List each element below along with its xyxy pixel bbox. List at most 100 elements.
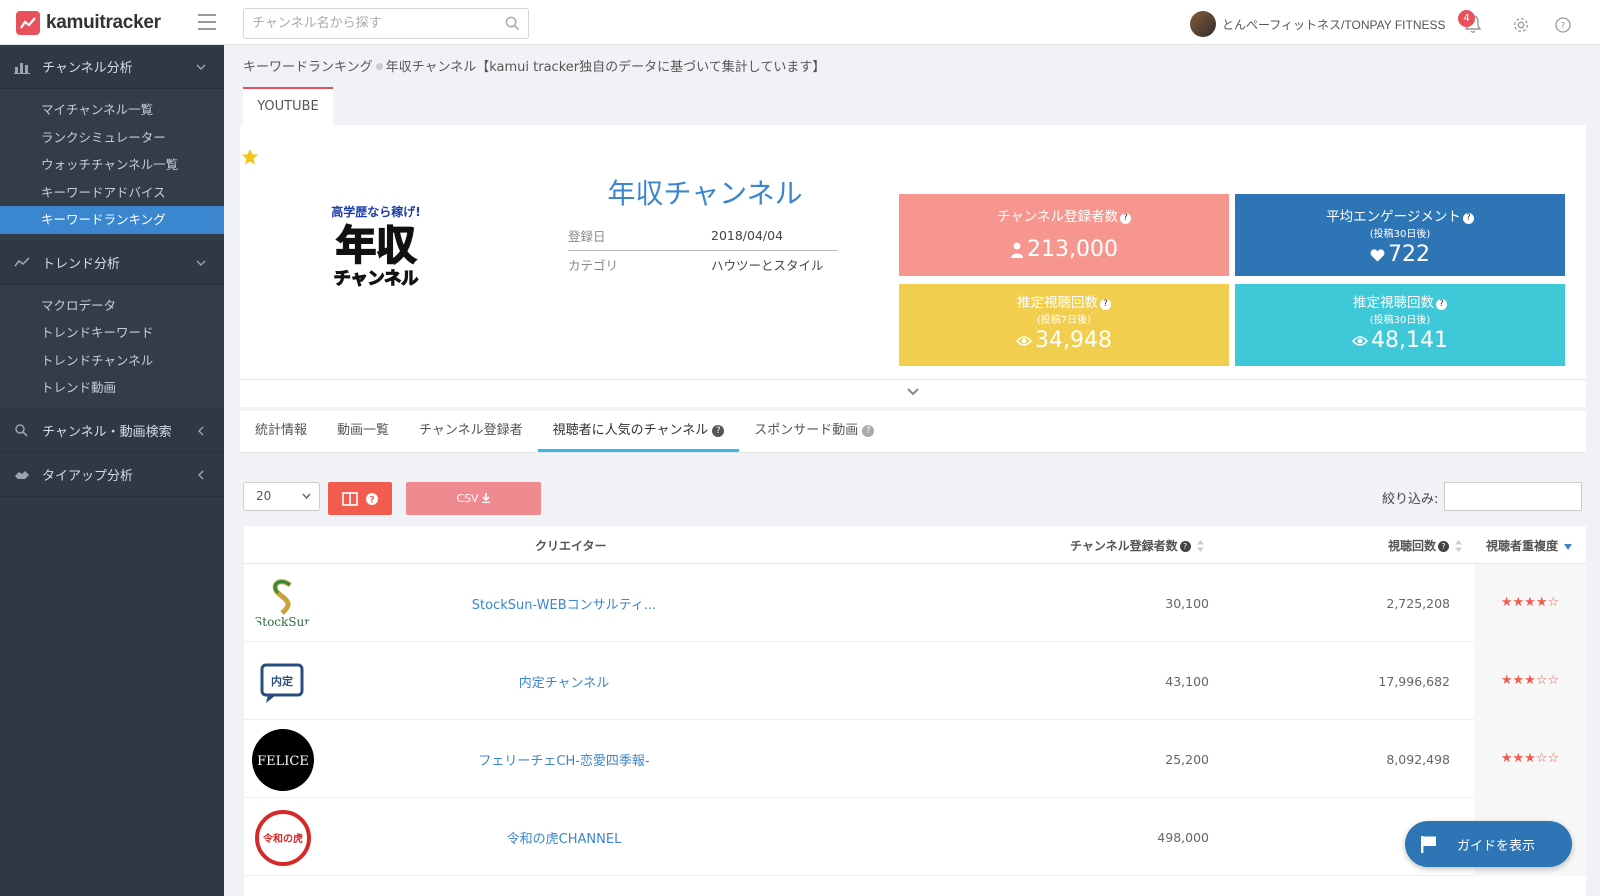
channel-thumbnail[interactable]: StockSun [252, 573, 314, 635]
filter-label: 絞り込み: [1382, 492, 1439, 507]
tab-youtube[interactable]: YOUTUBE [243, 87, 333, 125]
stat-sub: (投稿7日後) [1036, 315, 1092, 326]
channel-info-table: 登録日 2018/04/04 カテゴリ ハウツーとスタイル [568, 222, 838, 278]
channel-name-link[interactable]: フェリーチェCH-恋愛四季報- [424, 750, 704, 769]
stat-label: チャンネル登録者数 [996, 209, 1119, 225]
page-size-select[interactable]: 20 [243, 482, 320, 511]
svg-text:?: ? [1561, 22, 1566, 32]
table-controls: 20 ? CSV 絞り込み: [240, 478, 1586, 518]
logo-mark-icon [16, 10, 40, 35]
sidebar-item-macro-data[interactable]: マクロデータ [0, 292, 224, 320]
handshake-icon [15, 471, 29, 479]
column-header-views[interactable]: 視聴回数? [1388, 537, 1463, 554]
sidebar-item-trend-videos[interactable]: トレンド動画 [0, 374, 224, 402]
sidebar-item-rank-simulator[interactable]: ランクシミュレーター [0, 124, 224, 152]
breadcrumb-current: 年収チャンネル【kamui tracker独自のデータに基づいて集計しています】 [385, 60, 826, 75]
user-name: とんぺーフィットネス/TONPAY FITNESS [1222, 17, 1446, 32]
channel-thumbnail[interactable]: 令和の虎 [252, 807, 314, 869]
sidebar-group-search[interactable]: チャンネル・動画検索 [0, 409, 224, 453]
sidebar-item-trend-keywords[interactable]: トレンドキーワード [0, 319, 224, 347]
channel-name-link[interactable]: 令和の虎CHANNEL [424, 828, 704, 847]
search-icon[interactable] [505, 16, 520, 31]
help-icon[interactable]: ? [1555, 17, 1571, 33]
show-guide-button[interactable]: ガイドを表示 [1405, 821, 1572, 867]
help-icon[interactable]: ? [1462, 213, 1474, 224]
gear-icon[interactable] [1512, 16, 1530, 34]
csv-download-button[interactable]: CSV [406, 482, 541, 515]
avatar [1190, 11, 1216, 37]
overlap-rating: ★★★☆☆ [1474, 720, 1586, 798]
sidebar-group-channel-analysis[interactable]: チャンネル分析 [0, 45, 224, 89]
filter-input[interactable] [1444, 482, 1582, 511]
breadcrumb-separator-icon [375, 63, 383, 70]
breadcrumb-root[interactable]: キーワードランキング [243, 60, 373, 75]
eye-icon [1352, 335, 1368, 346]
tab-videos[interactable]: 動画一覧 [322, 411, 404, 452]
channel-name-link[interactable]: 内定チャンネル [424, 672, 704, 691]
channel-logo-bottom: チャンネル [334, 269, 419, 289]
info-value: ハウツーとスタイル [711, 257, 824, 273]
help-icon[interactable]: ? [1120, 213, 1132, 224]
help-icon[interactable]: ? [1100, 299, 1111, 310]
tab-sponsored-videos[interactable]: スポンサード動画? [739, 411, 889, 452]
stat-label: 推定視聴回数 [1353, 295, 1434, 311]
view-count: 8,092,498 [1386, 752, 1450, 767]
sidebar-item-my-channels[interactable]: マイチャンネル一覧 [0, 96, 224, 124]
thumb-text: 令和の虎 [262, 832, 303, 845]
page-size-value: 20 [256, 489, 272, 503]
tab-statistics[interactable]: 統計情報 [240, 411, 322, 452]
sidebar-group-tieup[interactable]: タイアップ分析 [0, 453, 224, 497]
channel-logo: 高学歴なら稼げ! 年収 チャンネル [330, 202, 422, 292]
channel-name-link[interactable]: StockSun-WEBコンサルティ... [424, 594, 704, 613]
column-header-overlap[interactable]: 視聴者重複度 [1486, 537, 1573, 554]
tab-label: 動画一覧 [337, 423, 390, 438]
person-icon [1011, 242, 1023, 258]
view-count: 17,996,682 [1378, 674, 1450, 689]
sidebar-group-label: トレンド分析 [42, 256, 121, 272]
top-bar: kamuitracker とんぺーフィットネス/TONPAY FITNESS 4… [0, 0, 1600, 45]
sidebar: チャンネル分析 マイチャンネル一覧 ランクシミュレーター ウォッチチャンネル一覧… [0, 45, 224, 896]
help-icon[interactable]: ? [1438, 541, 1450, 552]
table-row: FELICE フェリーチェCH-恋愛四季報- 25,200 8,092,498 … [244, 720, 1586, 798]
table-row: StockSun StockSun-WEBコンサルティ... 30,100 2,… [244, 564, 1586, 642]
chevron-left-icon [198, 426, 204, 435]
column-header-subscribers[interactable]: チャンネル登録者数? [1070, 537, 1204, 554]
tab-popular-channels[interactable]: 視聴者に人気のチャンネル? [537, 411, 740, 452]
user-menu[interactable]: とんぺーフィットネス/TONPAY FITNESS [1190, 11, 1446, 37]
app-logo[interactable]: kamuitracker [0, 0, 224, 45]
channel-thumbnail[interactable]: FELICE [252, 729, 314, 791]
help-icon[interactable]: ? [1179, 541, 1191, 552]
search-icon [15, 424, 28, 437]
flag-icon [1421, 836, 1436, 853]
sidebar-submenu: マクロデータ トレンドキーワード トレンドチャンネル トレンド動画 [0, 284, 224, 409]
help-icon[interactable]: ? [862, 425, 875, 437]
logo-text: kamuitracker [46, 11, 161, 33]
info-value: 2018/04/04 [711, 222, 838, 251]
tab-label: 統計情報 [255, 423, 308, 438]
info-key: 登録日 [568, 222, 711, 251]
header-label: クリエイター [535, 539, 607, 553]
sidebar-item-watch-channels[interactable]: ウォッチチャンネル一覧 [0, 151, 224, 179]
channel-search [243, 8, 529, 39]
tab-subscribers[interactable]: チャンネル登録者 [404, 411, 538, 452]
sidebar-item-keyword-ranking[interactable]: キーワードランキング [0, 206, 224, 234]
chevron-down-icon [196, 64, 206, 70]
column-header-creator[interactable]: クリエイター [535, 537, 607, 554]
chevron-down-icon[interactable] [906, 387, 920, 397]
sidebar-group-trend-analysis[interactable]: トレンド分析 [0, 241, 224, 285]
header-label: チャンネル登録者数 [1070, 539, 1178, 553]
channel-thumbnail[interactable]: 内定 [252, 651, 314, 713]
menu-toggle-icon[interactable] [198, 14, 216, 30]
search-input[interactable] [244, 9, 484, 38]
help-icon[interactable]: ? [712, 425, 725, 437]
sidebar-item-keyword-advice[interactable]: キーワードアドバイス [0, 179, 224, 207]
subscriber-count: 43,100 [1165, 674, 1209, 689]
detail-tabs: 統計情報 動画一覧 チャンネル登録者 視聴者に人気のチャンネル? スポンサード動… [240, 411, 1586, 453]
favorite-star-icon[interactable] [241, 148, 259, 166]
sidebar-item-trend-channels[interactable]: トレンドチャンネル [0, 347, 224, 375]
help-icon[interactable]: ? [1436, 299, 1447, 310]
thumb-text: FELICE [257, 754, 309, 769]
sidebar-submenu: マイチャンネル一覧 ランクシミュレーター ウォッチチャンネル一覧 キーワードアド… [0, 89, 224, 241]
column-toggle-button[interactable]: ? [328, 482, 392, 515]
sort-icon [1455, 540, 1463, 552]
